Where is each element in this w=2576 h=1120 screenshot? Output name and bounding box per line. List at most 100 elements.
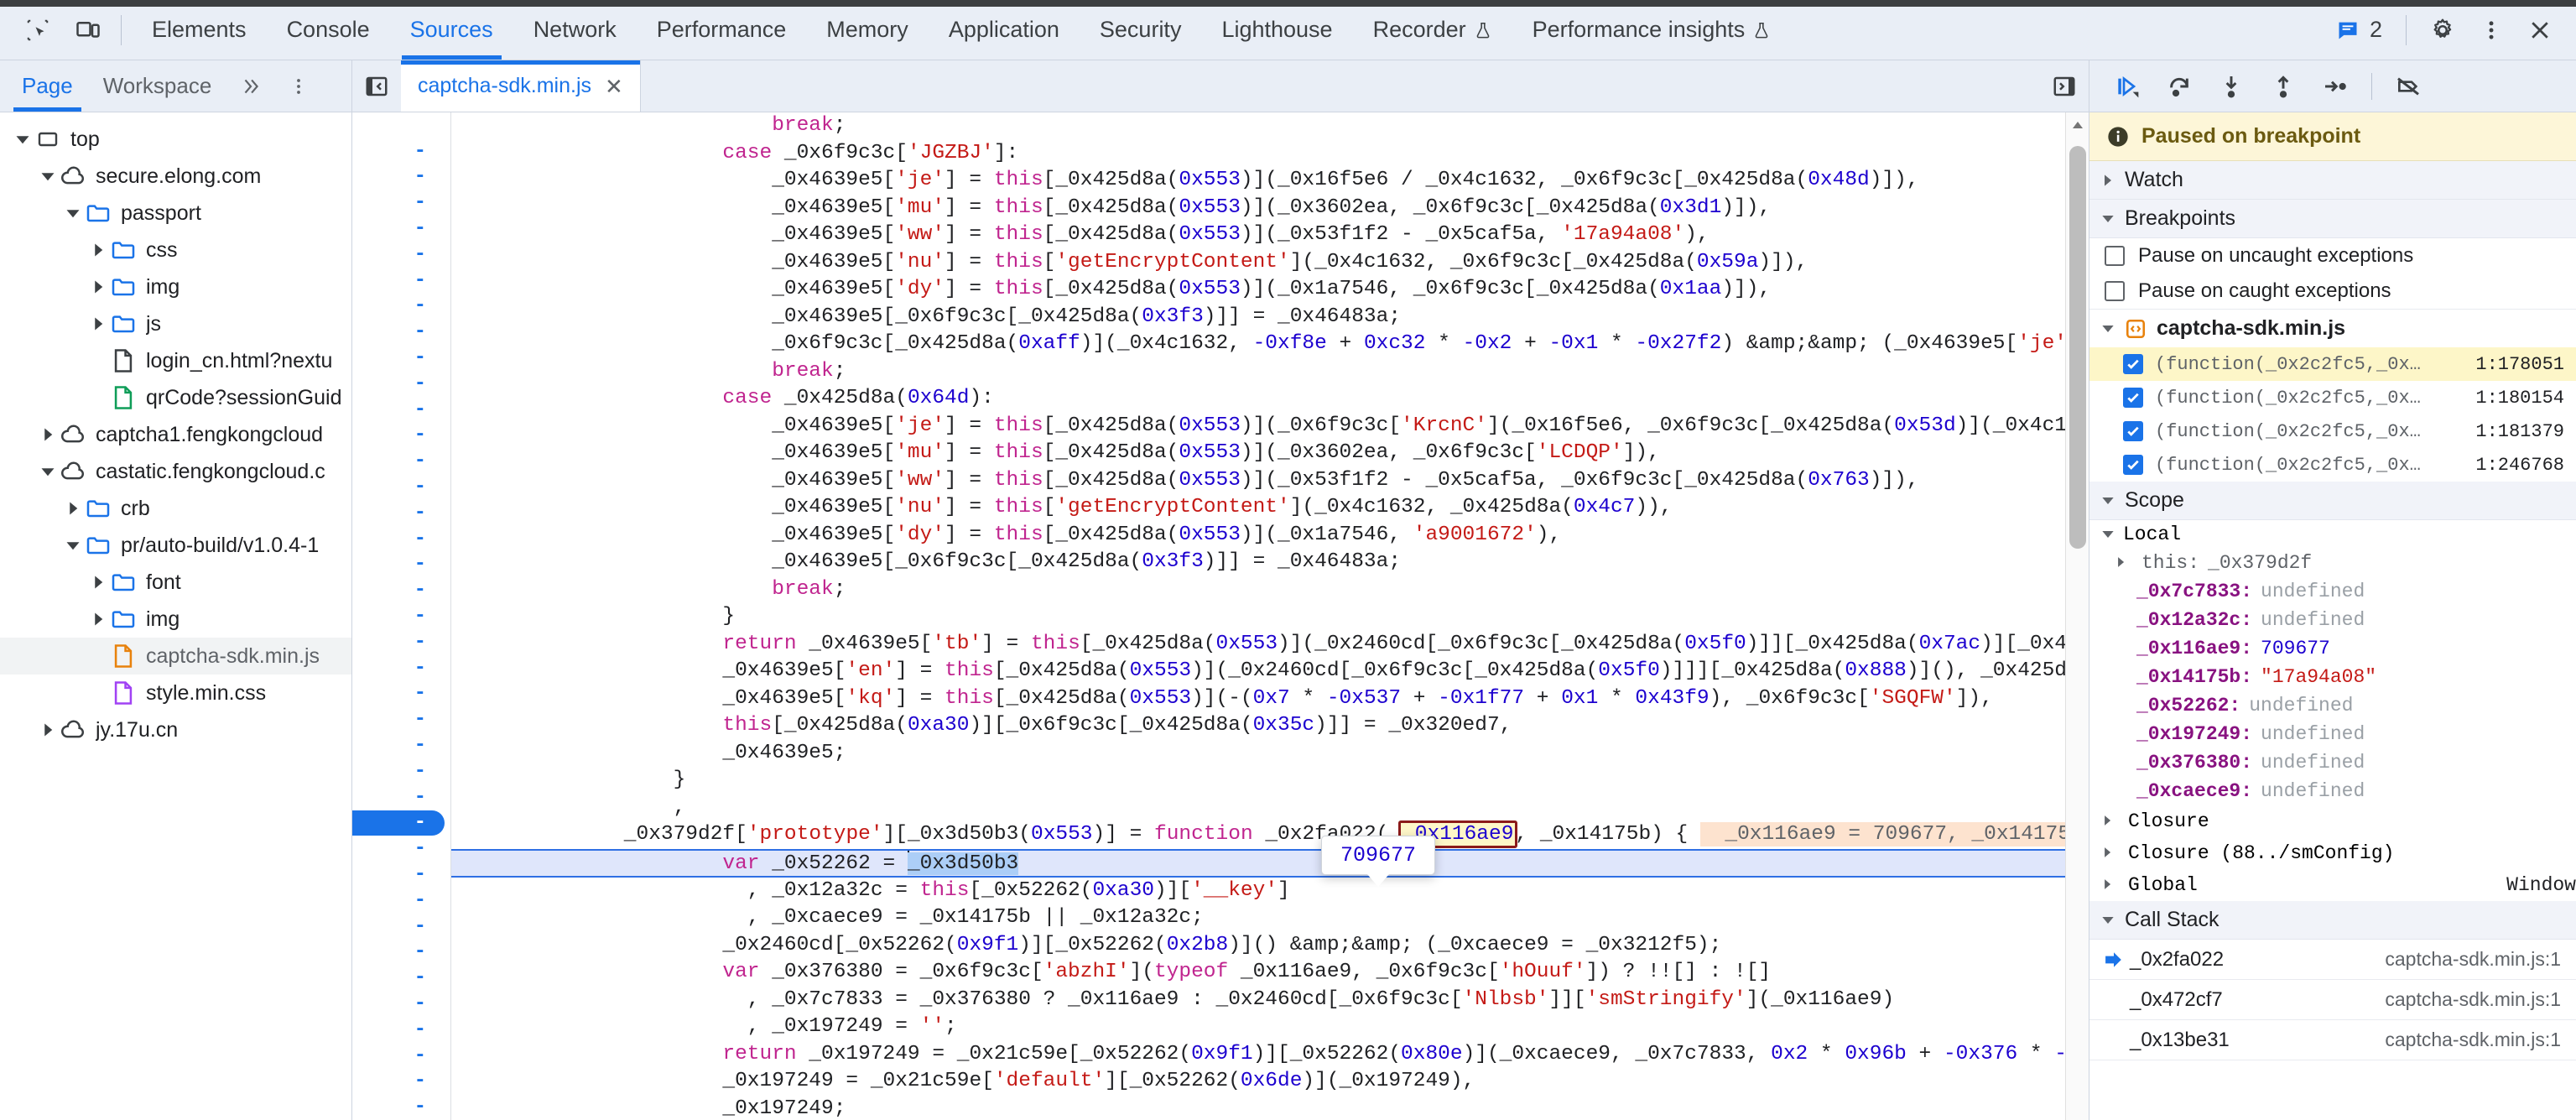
gutter-line-marker[interactable]: - <box>352 164 451 190</box>
chevron-down-icon[interactable] <box>62 538 84 553</box>
scope-local-group[interactable]: Local <box>2089 520 2576 549</box>
editor-tab-captcha-sdk[interactable]: captcha-sdk.min.js ✕ <box>401 60 641 112</box>
tree-item-login-cn-html-nextu[interactable]: login_cn.html?nextu <box>0 342 351 379</box>
step-into-icon[interactable] <box>2209 66 2254 107</box>
tab-performance-insights[interactable]: Performance insights <box>1512 0 1792 60</box>
gutter-line-marker[interactable]: - <box>352 138 451 164</box>
section-breakpoints[interactable]: Breakpoints <box>2089 200 2576 238</box>
scope-variable-row[interactable]: _0x12a32c: undefined <box>2089 606 2576 634</box>
gutter-line-marker[interactable]: - <box>352 1094 451 1120</box>
code-line[interactable]: var _0x376380 = _0x6f9c3c['abzhI'](typeo… <box>451 959 2089 987</box>
breakpoint-row[interactable]: (function(_0x2c2fc5,_0x… 1:246768 <box>2089 448 2576 482</box>
code-line[interactable]: _0x4639e5; <box>451 740 2089 768</box>
tab-memory[interactable]: Memory <box>806 0 929 60</box>
toggle-navigator-icon[interactable] <box>352 60 401 112</box>
close-icon[interactable]: ✕ <box>605 76 623 97</box>
gutter-line-marker[interactable]: - <box>352 294 451 320</box>
gutter-line-marker[interactable]: - <box>352 965 451 991</box>
tree-item-pr-auto-build-v1-0-4-1[interactable]: pr/auto-build/v1.0.4-1 <box>0 527 351 564</box>
call-stack-row[interactable]: _0x472cf7 captcha-sdk.min.js:1 <box>2089 980 2576 1020</box>
breakpoint-checkbox[interactable] <box>2123 354 2143 374</box>
tree-item-captcha-sdk-min-js[interactable]: captcha-sdk.min.js <box>0 638 351 675</box>
gutter-current-execution-marker[interactable]: - <box>352 810 445 836</box>
pause-caught-checkbox[interactable] <box>2105 281 2125 301</box>
code-line[interactable]: return _0x197249 = _0x21c59e[_0x52262(0x… <box>451 1041 2089 1069</box>
scope-closure-row[interactable]: Global Window <box>2089 869 2576 901</box>
code-line[interactable]: _0x4639e5['dy'] = this[_0x425d8a(0x553)]… <box>451 276 2089 304</box>
gutter-line-marker[interactable]: - <box>352 629 451 655</box>
gutter-line-marker[interactable]: - <box>352 242 451 268</box>
breakpoint-row[interactable]: (function(_0x2c2fc5,_0x… 1:178051 <box>2089 347 2576 381</box>
chevron-right-icon[interactable] <box>87 279 109 294</box>
scrollbar-thumb[interactable] <box>2069 146 2086 549</box>
scope-variable-row[interactable]: _0x7c7833: undefined <box>2089 577 2576 606</box>
code-line[interactable]: case _0x6f9c3c['JGZBJ']: <box>451 140 2089 168</box>
scope-closure-row[interactable]: Closure (88../smConfig) <box>2089 837 2576 869</box>
code-line[interactable]: _0x4639e5['en'] = this[_0x425d8a(0x553)]… <box>451 658 2089 685</box>
code-line[interactable]: _0x4639e5['kq'] = this[_0x425d8a(0x553)]… <box>451 685 2089 713</box>
code-line[interactable]: _0x4639e5[_0x6f9c3c[_0x425d8a(0x3f3)]] =… <box>451 304 2089 331</box>
code-line[interactable]: _0x4639e5['mu'] = this[_0x425d8a(0x553)]… <box>451 195 2089 222</box>
code-line[interactable]: _0x379d2f['prototype'][_0x3d50b3(0x553)]… <box>451 820 2089 849</box>
scope-variable-row[interactable]: this: _0x379d2f <box>2089 549 2576 577</box>
scope-variable-row[interactable]: _0x376380: undefined <box>2089 748 2576 777</box>
chevron-right-icon[interactable] <box>2101 874 2120 896</box>
gutter-line-marker[interactable]: - <box>352 914 451 940</box>
breakpoint-row[interactable]: (function(_0x2c2fc5,_0x… 1:180154 <box>2089 381 2576 414</box>
tab-security[interactable]: Security <box>1080 0 1202 60</box>
gutter-line-marker[interactable]: - <box>352 784 451 810</box>
code-line[interactable]: break; <box>451 358 2089 386</box>
tree-item-passport[interactable]: passport <box>0 195 351 232</box>
step-over-icon[interactable] <box>2157 66 2202 107</box>
tree-item-qrcode-sessionguid[interactable]: qrCode?sessionGuid <box>0 379 351 416</box>
breakpoint-checkbox[interactable] <box>2123 455 2143 475</box>
code-line[interactable]: break; <box>451 576 2089 604</box>
tab-application[interactable]: Application <box>929 0 1080 60</box>
chevron-right-icon[interactable] <box>2101 810 2120 832</box>
code-line[interactable]: } <box>451 603 2089 631</box>
toggle-debugger-sidebar-icon[interactable] <box>2040 60 2089 112</box>
chevron-right-icon[interactable] <box>87 575 109 590</box>
messages-count-button[interactable]: 2 <box>2326 17 2392 43</box>
gutter-line-marker[interactable]: - <box>352 1043 451 1069</box>
gutter-line-marker[interactable]: - <box>352 681 451 707</box>
gutter-line-marker[interactable]: - <box>352 552 451 578</box>
tree-item-img[interactable]: img <box>0 268 351 305</box>
code-line[interactable]: return _0x4639e5['tb'] = this[_0x425d8a(… <box>451 631 2089 659</box>
tab-lighthouse[interactable]: Lighthouse <box>1201 0 1352 60</box>
nav-tab-workspace[interactable]: Workspace <box>88 60 227 112</box>
device-toolbar-icon[interactable] <box>65 8 111 53</box>
tree-item-secure-elong-com[interactable]: secure.elong.com <box>0 158 351 195</box>
gutter-line-marker[interactable]: - <box>352 706 451 732</box>
tree-item-img[interactable]: img <box>0 601 351 638</box>
gutter-line-marker[interactable]: - <box>352 888 451 914</box>
gutter-line-marker[interactable] <box>352 112 451 138</box>
chevron-right-icon[interactable] <box>87 242 109 258</box>
gutter-line-marker[interactable]: - <box>352 991 451 1017</box>
code-line[interactable]: _0x4639e5['mu'] = this[_0x425d8a(0x553)]… <box>451 440 2089 467</box>
gutter-line-marker[interactable]: - <box>352 758 451 784</box>
code-line[interactable]: , _0x12a32c = this[_0x52262(0xa30)]['__k… <box>451 878 2089 905</box>
tab-sources[interactable]: Sources <box>390 0 513 60</box>
gutter-line-marker[interactable]: - <box>352 603 451 629</box>
tab-elements[interactable]: Elements <box>132 0 267 60</box>
gutter-line-marker[interactable]: - <box>352 423 451 449</box>
tree-item-js[interactable]: js <box>0 305 351 342</box>
call-stack-row[interactable]: _0x2fa022 captcha-sdk.min.js:1 <box>2089 940 2576 980</box>
chevron-down-icon[interactable] <box>37 169 59 184</box>
gutter-line-marker[interactable]: - <box>352 940 451 966</box>
gutter-line-marker[interactable]: - <box>352 577 451 603</box>
chevron-down-icon[interactable] <box>62 206 84 221</box>
step-icon[interactable] <box>2313 66 2358 107</box>
chevron-down-icon[interactable] <box>12 132 34 147</box>
chevron-right-icon[interactable] <box>87 316 109 331</box>
scope-variable-row[interactable]: _0x197249: undefined <box>2089 720 2576 748</box>
tab-console[interactable]: Console <box>267 0 390 60</box>
resume-script-icon[interactable] <box>2105 66 2150 107</box>
code-editor[interactable]: -------------------------------------- b… <box>352 112 2089 1120</box>
gutter-line-marker[interactable]: - <box>352 397 451 423</box>
code-line[interactable]: _0x197249; <box>451 1096 2089 1120</box>
chevron-down-icon[interactable] <box>37 464 59 479</box>
gutter-line-marker[interactable]: - <box>352 190 451 216</box>
code-line[interactable]: } <box>451 767 2089 794</box>
